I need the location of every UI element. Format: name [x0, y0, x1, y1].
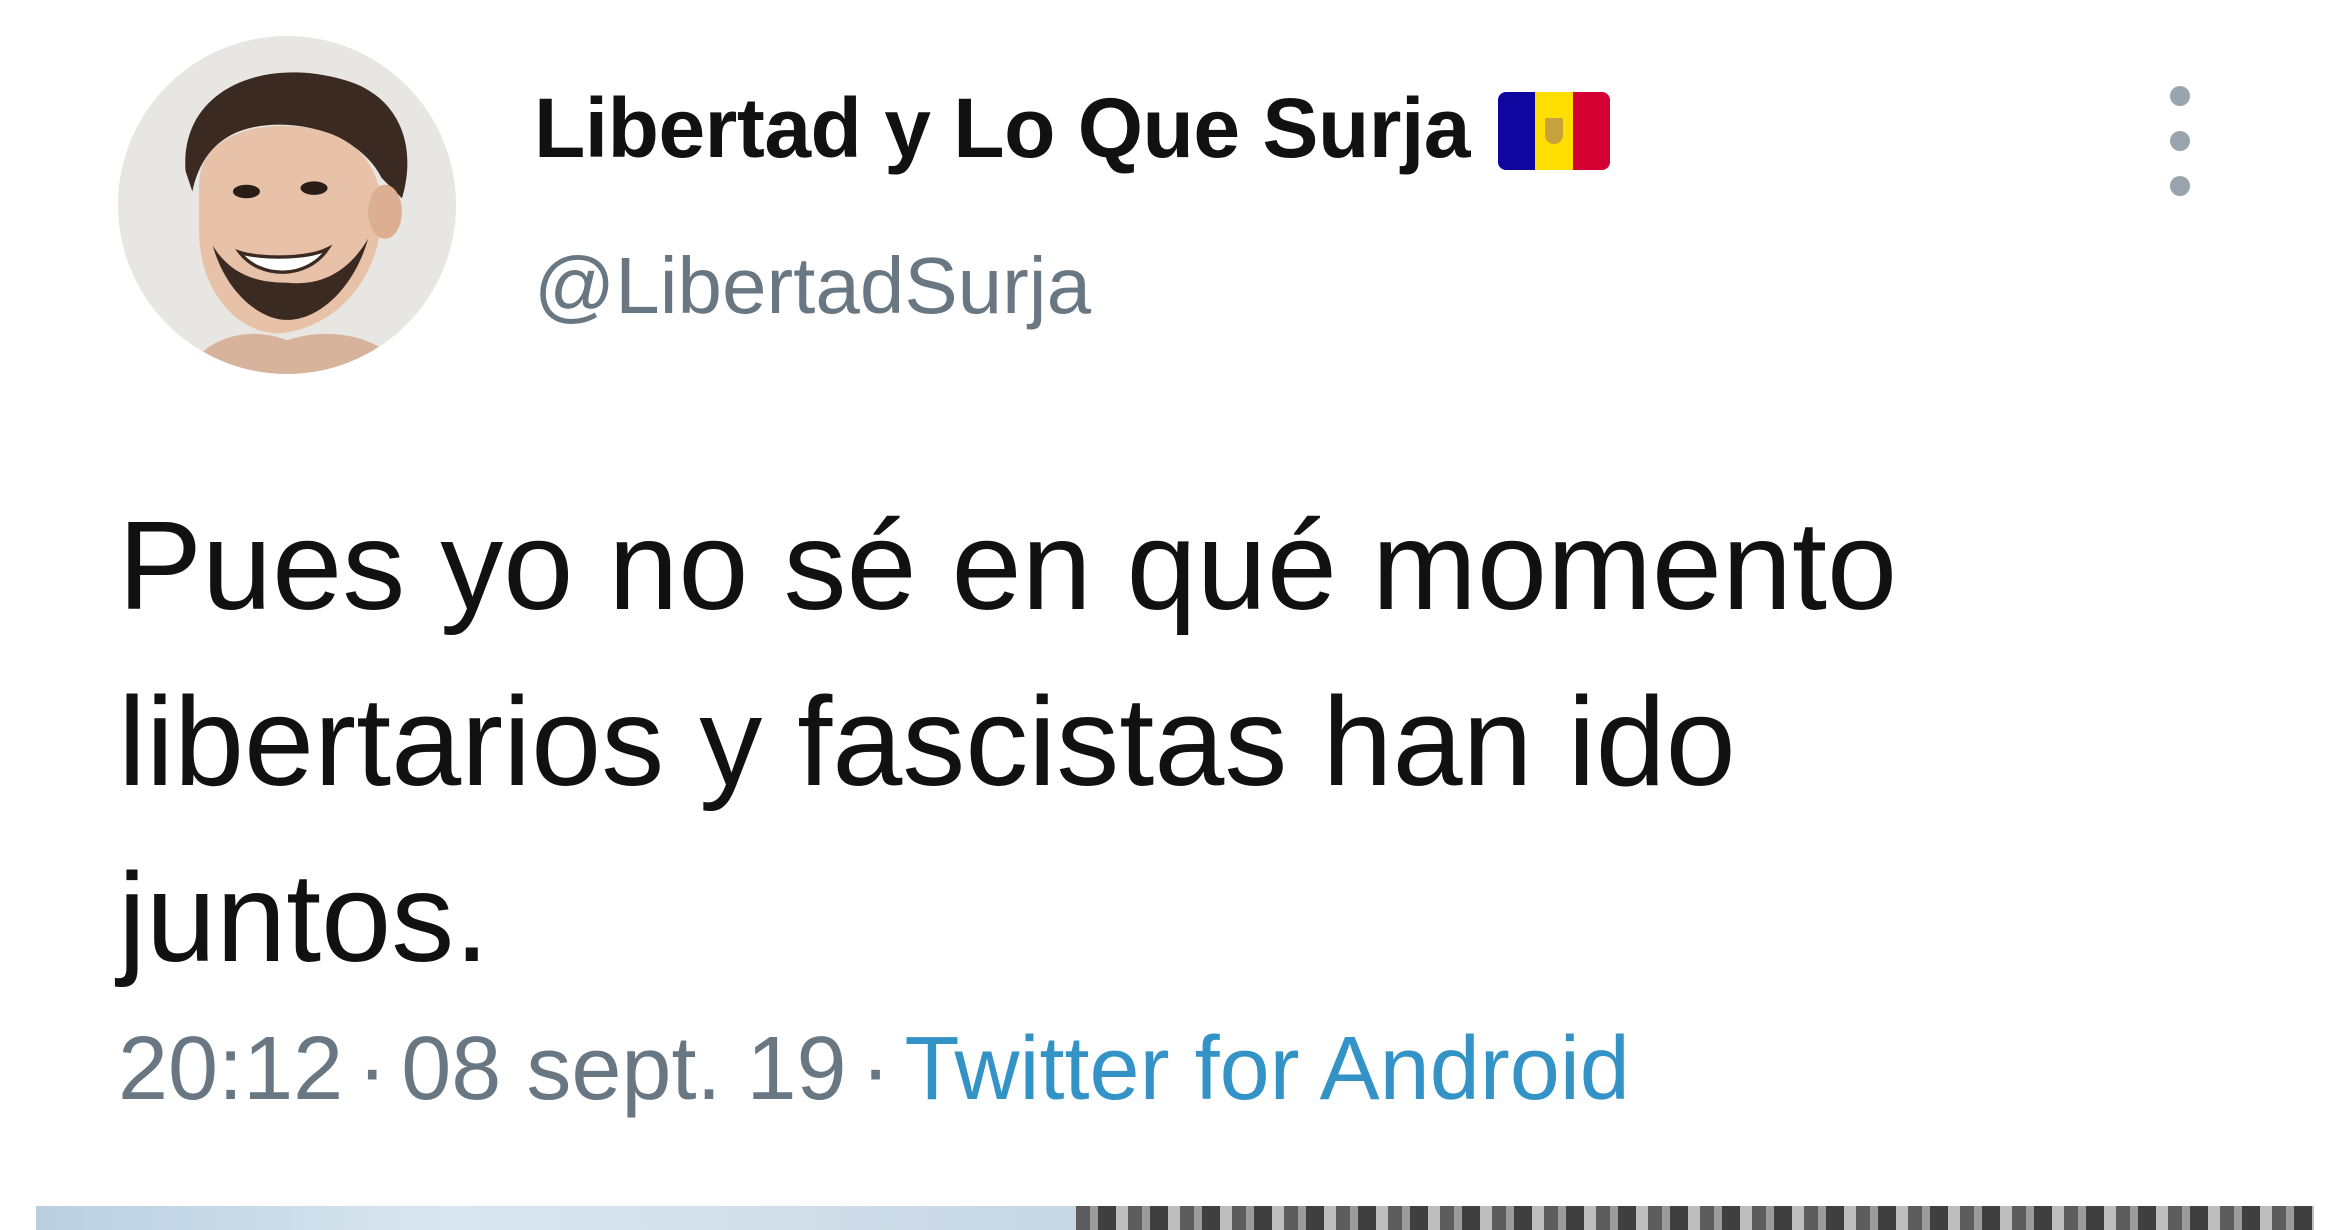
meta-separator: · [357, 1019, 388, 1119]
tweet-text: Pues yo no sé en qué momento libertarios… [118, 495, 1898, 988]
media-image-left [36, 1206, 1076, 1230]
display-name[interactable]: Libertad y Lo Que Surja [534, 78, 1471, 178]
avatar[interactable] [118, 36, 456, 374]
tweet-date: 08 sept. 19 [401, 1019, 847, 1119]
meta-separator: · [860, 1019, 891, 1119]
avatar-image [118, 36, 456, 374]
more-vertical-icon[interactable] [2150, 86, 2210, 196]
media-image-right [1076, 1206, 2314, 1230]
attached-media-preview[interactable] [36, 1206, 2314, 1230]
user-handle[interactable]: @LibertadSurja [534, 236, 1091, 336]
author-name-row: Libertad y Lo Que Surja [534, 78, 1610, 178]
andorra-flag-icon [1498, 92, 1610, 170]
tweet-metadata: 20:12 · 08 sept. 19 · Twitter for Androi… [118, 1014, 1630, 1124]
tweet-time: 20:12 [118, 1019, 344, 1119]
tweet-source-link[interactable]: Twitter for Android [905, 1014, 1630, 1124]
tweet-card: Libertad y Lo Que Surja @LibertadSurja P… [0, 0, 2350, 1230]
